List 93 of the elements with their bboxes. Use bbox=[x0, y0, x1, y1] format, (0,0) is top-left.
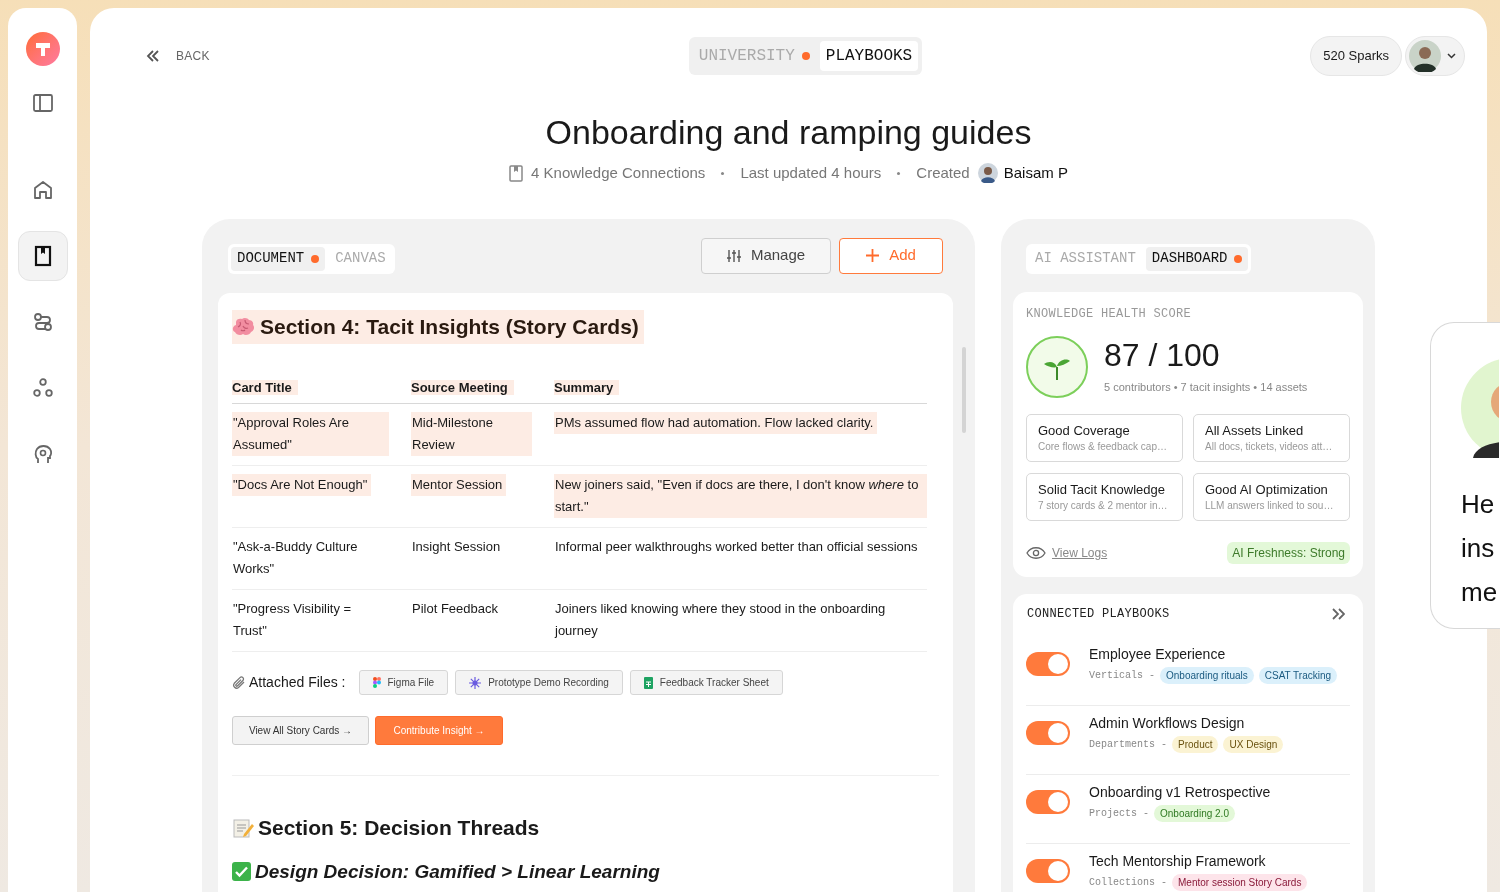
file-chip[interactable]: Figma File bbox=[358, 670, 449, 695]
table-cell-text: "Progress Visibility = Trust" bbox=[232, 600, 353, 640]
view-all-button[interactable]: View All Story Cards → bbox=[232, 716, 369, 745]
group-label: Departments - bbox=[1089, 737, 1167, 752]
sliders-icon bbox=[726, 248, 741, 263]
decision-title: Design Decision: Gamified > Linear Learning bbox=[255, 859, 660, 884]
freshness-badge: AI Freshness: Strong bbox=[1227, 541, 1350, 564]
tile-title: All Assets Linked bbox=[1205, 422, 1305, 439]
card-text: me bbox=[1461, 576, 1498, 609]
column-header: Summary bbox=[554, 379, 620, 395]
memo-icon bbox=[232, 816, 254, 839]
table-cell-text: Insight Session bbox=[411, 538, 502, 556]
double-chevron-icon bbox=[146, 50, 160, 62]
tab[interactable]: DASHBOARD bbox=[1145, 246, 1249, 271]
sparks-badge[interactable]: 520 Sparks bbox=[1310, 36, 1402, 76]
tab[interactable]: DOCUMENT bbox=[231, 246, 326, 271]
table-cell: "Approval Roles Are Assumed" bbox=[232, 412, 389, 456]
check-icon bbox=[232, 862, 251, 882]
card-text: He bbox=[1461, 488, 1495, 521]
table-cell: "Docs Are Not Enough" bbox=[232, 474, 372, 496]
toggle-switch[interactable] bbox=[1026, 789, 1070, 814]
column-header: Card Title bbox=[232, 379, 298, 395]
health-stats: 5 contributors • 7 tacit insights • 14 assets bbox=[1104, 380, 1308, 396]
group-label: Collections - bbox=[1089, 875, 1167, 890]
avatar-icon bbox=[977, 163, 998, 184]
tag: Mentor session Story Cards bbox=[1172, 873, 1308, 891]
card-text: ins bbox=[1461, 532, 1495, 565]
group-label: Projects - bbox=[1089, 806, 1149, 821]
figma-icon bbox=[372, 677, 381, 688]
toggle-switch[interactable] bbox=[1026, 720, 1070, 745]
toggle-switch[interactable] bbox=[1026, 651, 1070, 676]
brain-icon bbox=[232, 316, 256, 337]
tile-title: Good AI Optimization bbox=[1205, 481, 1329, 498]
table-cell-text: Informal peer walkthroughs worked better than official sessions bbox=[554, 538, 919, 556]
sidebar-toggle-icon bbox=[31, 92, 54, 114]
table-cell: Mid-Milestone Review bbox=[411, 412, 532, 456]
playbook-title[interactable]: Onboarding v1 Retrospective bbox=[1089, 782, 1271, 801]
attached-files-label: Attached Files : bbox=[249, 673, 346, 692]
health-score: 87 / 100 bbox=[1104, 337, 1221, 374]
nav-button[interactable] bbox=[17, 231, 68, 281]
plus-icon bbox=[866, 249, 880, 262]
section-heading: Section 4: Tacit Insights (Story Cards) bbox=[232, 309, 644, 344]
sprout-icon bbox=[1026, 335, 1088, 398]
section-label: CONNECTED PLAYBOOKS bbox=[1027, 605, 1170, 623]
logo-icon[interactable] bbox=[25, 32, 60, 66]
avatar-icon bbox=[1409, 40, 1441, 72]
last-updated: Last updated 4 hours bbox=[740, 163, 882, 183]
tag: UX Design bbox=[1223, 735, 1284, 753]
tag: CSAT Tracking bbox=[1258, 666, 1338, 684]
table-cell: New joiners said, "Even if docs are there, I don't know where to start." bbox=[554, 474, 927, 518]
book-icon bbox=[509, 164, 524, 182]
tag: Onboarding 2.0 bbox=[1154, 804, 1235, 822]
table-cell: Mentor Session bbox=[411, 474, 507, 496]
caret-icon bbox=[1447, 53, 1456, 59]
sheet-icon bbox=[643, 676, 653, 689]
playbook-title[interactable]: Employee Experience bbox=[1089, 644, 1338, 663]
tile-title: Solid Tacit Knowledge bbox=[1038, 481, 1166, 498]
playbook-title[interactable]: Tech Mentorship Framework bbox=[1089, 851, 1308, 870]
manage-button[interactable]: Manage bbox=[701, 237, 831, 274]
home-icon bbox=[31, 179, 54, 201]
tag: Onboarding rituals bbox=[1160, 666, 1254, 684]
section-heading: Section 5: Decision Threads bbox=[258, 815, 540, 841]
paperclip-icon bbox=[232, 675, 246, 690]
avatar-icon bbox=[1461, 358, 1499, 458]
profile-menu-button[interactable] bbox=[1405, 36, 1465, 76]
file-chip[interactable]: Prototype Demo Recording bbox=[455, 670, 623, 695]
toggle-switch[interactable] bbox=[1026, 858, 1070, 883]
eye-icon bbox=[1026, 546, 1046, 559]
column-header: Source Meeting bbox=[411, 379, 514, 395]
playbook-title[interactable]: Admin Workflows Design bbox=[1089, 713, 1284, 732]
route-icon bbox=[31, 311, 54, 333]
tab[interactable]: PLAYBOOKS bbox=[819, 41, 919, 71]
tile-detail: 7 story cards & 2 mentor in… bbox=[1038, 498, 1169, 513]
creator-name[interactable]: Baisam P bbox=[1003, 162, 1068, 185]
tile-detail: LLM answers linked to sou… bbox=[1205, 498, 1335, 513]
created-label: Created bbox=[916, 163, 970, 183]
table-cell-text: Joiners liked knowing where they stood in the onboarding journey bbox=[554, 600, 887, 640]
tile-detail: Core flows & feedback cap… bbox=[1038, 439, 1168, 454]
page-title: Onboarding and ramping guides bbox=[545, 112, 1032, 152]
tag: Product bbox=[1172, 735, 1219, 753]
double-chevron-icon[interactable] bbox=[1332, 607, 1345, 620]
group-label: Verticals - bbox=[1089, 668, 1155, 683]
tile-detail: All docs, tickets, videos att… bbox=[1205, 439, 1334, 454]
back-link[interactable]: BACK bbox=[146, 47, 210, 65]
view-logs-link[interactable]: View Logs bbox=[1052, 543, 1108, 562]
table-cell: PMs assumed flow had automation. Flow lacked clarity. bbox=[554, 412, 878, 434]
section-label: KNOWLEDGE HEALTH SCORE bbox=[1026, 305, 1193, 323]
connections-count: 4 Knowledge Connections bbox=[531, 163, 706, 183]
nodes-icon bbox=[31, 377, 54, 399]
table-cell-text: Pilot Feedback bbox=[411, 600, 499, 618]
table-cell-text: "Ask-a-Buddy Culture Works" bbox=[232, 538, 359, 578]
file-chip[interactable]: Feedback Tracker Sheet bbox=[629, 670, 783, 695]
tile-title: Good Coverage bbox=[1038, 422, 1131, 439]
